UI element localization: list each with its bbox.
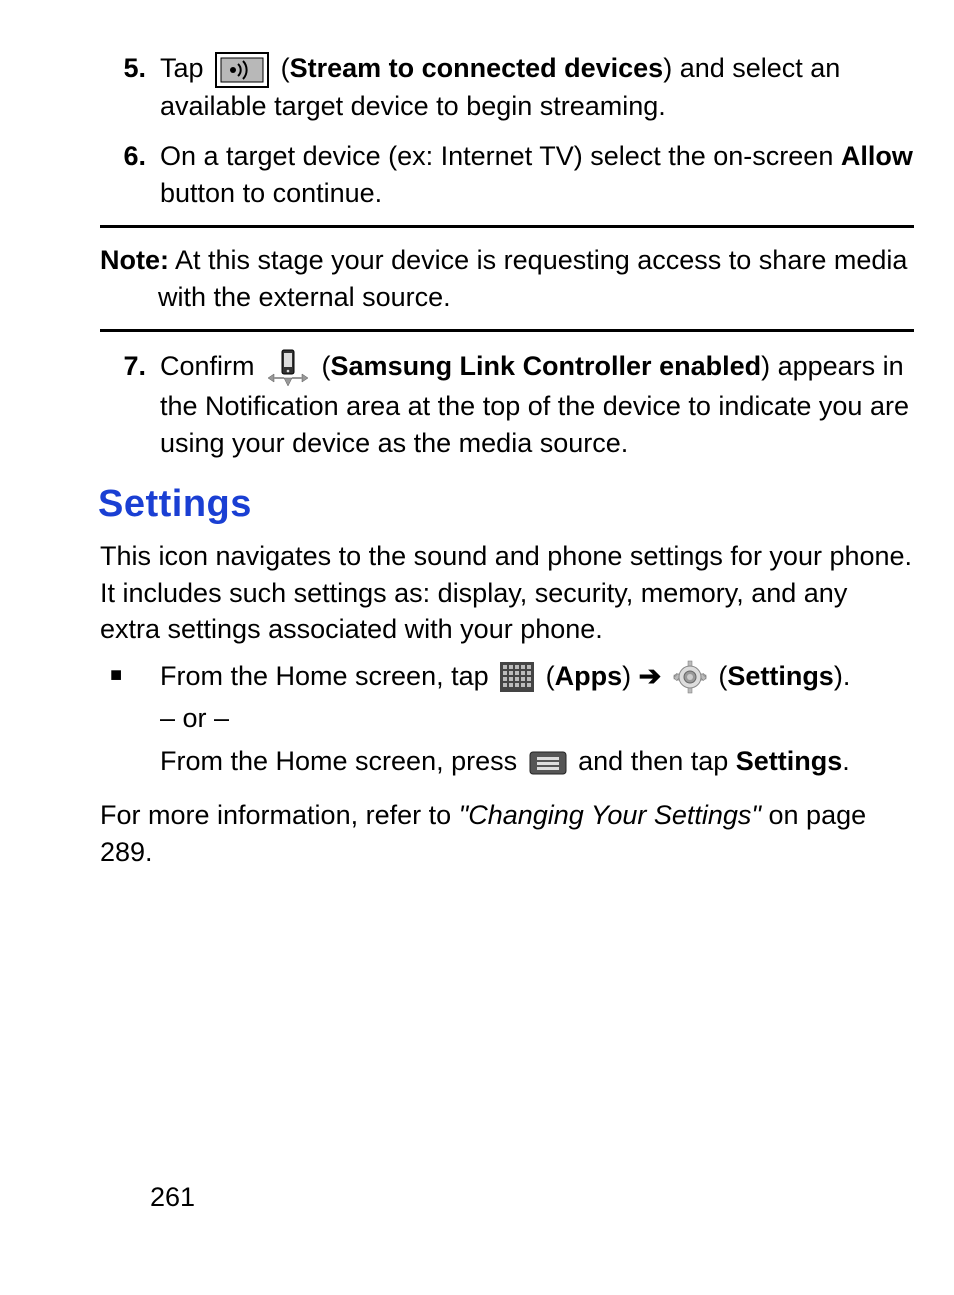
arrow-right-icon: ➔	[639, 661, 669, 691]
reference-title: "Changing Your Settings"	[459, 800, 761, 830]
section-heading-settings: Settings	[98, 479, 914, 530]
text: (	[322, 351, 331, 381]
text: .	[842, 746, 850, 776]
note-label: Note:	[100, 245, 169, 275]
text: On a target device (ex: Internet TV) sel…	[160, 141, 841, 171]
step-body: Confirm (Samsung Link Controller enabled…	[160, 348, 914, 461]
settings-label: Settings	[727, 661, 834, 691]
samsung-link-controller-icon	[266, 348, 310, 388]
text: )	[622, 661, 631, 691]
text: From the Home screen, press	[160, 746, 525, 776]
apps-grid-icon	[500, 662, 534, 692]
text: and then tap	[578, 746, 736, 776]
icon-label: Stream to connected devices	[290, 53, 664, 83]
divider	[100, 329, 914, 332]
text: Confirm	[160, 351, 262, 381]
text: Tap	[160, 53, 211, 83]
cross-reference: For more information, refer to "Changing…	[100, 797, 914, 870]
page-number: 261	[150, 1179, 195, 1215]
step-6: 6. On a target device (ex: Internet TV) …	[100, 138, 914, 211]
text: For more information, refer to	[100, 800, 459, 830]
step-number: 5.	[100, 50, 160, 124]
bullet-body: From the Home screen, tap (Apps) ➔	[160, 658, 914, 780]
stream-to-devices-icon	[215, 52, 269, 88]
step-body: Tap (Stream to connected devices) and se…	[160, 50, 914, 124]
bullet-square-icon: ■	[110, 658, 160, 692]
settings-gear-icon	[673, 660, 707, 694]
menu-hardkey-icon	[529, 751, 567, 775]
text: (	[281, 53, 290, 83]
divider	[100, 225, 914, 228]
text: (	[546, 661, 555, 691]
note-block: Note: At this stage your device is reque…	[100, 242, 914, 315]
text: button to continue.	[160, 178, 382, 208]
text: (	[718, 661, 727, 691]
or-separator: – or –	[160, 700, 914, 736]
step-5: 5. Tap (Stream to connected devices) and…	[100, 50, 914, 124]
allow-label: Allow	[841, 141, 913, 171]
apps-label: Apps	[555, 661, 623, 691]
step-body: On a target device (ex: Internet TV) sel…	[160, 138, 914, 211]
settings-label: Settings	[736, 746, 843, 776]
manual-page: 5. Tap (Stream to connected devices) and…	[0, 0, 954, 1295]
text: From the Home screen, tap	[160, 661, 496, 691]
note-text: At this stage your device is requesting …	[169, 245, 907, 275]
step-number: 6.	[100, 138, 160, 211]
step-7: 7. Confirm (Samsung Link Controller enab…	[100, 348, 914, 461]
bullet-item: ■ From the Home screen, tap (Ap	[110, 658, 914, 780]
text: ).	[834, 661, 851, 691]
section-intro: This icon navigates to the sound and pho…	[100, 538, 914, 647]
note-text: with the external source.	[158, 279, 914, 315]
step-number: 7.	[100, 348, 160, 461]
icon-label: Samsung Link Controller enabled	[331, 351, 762, 381]
